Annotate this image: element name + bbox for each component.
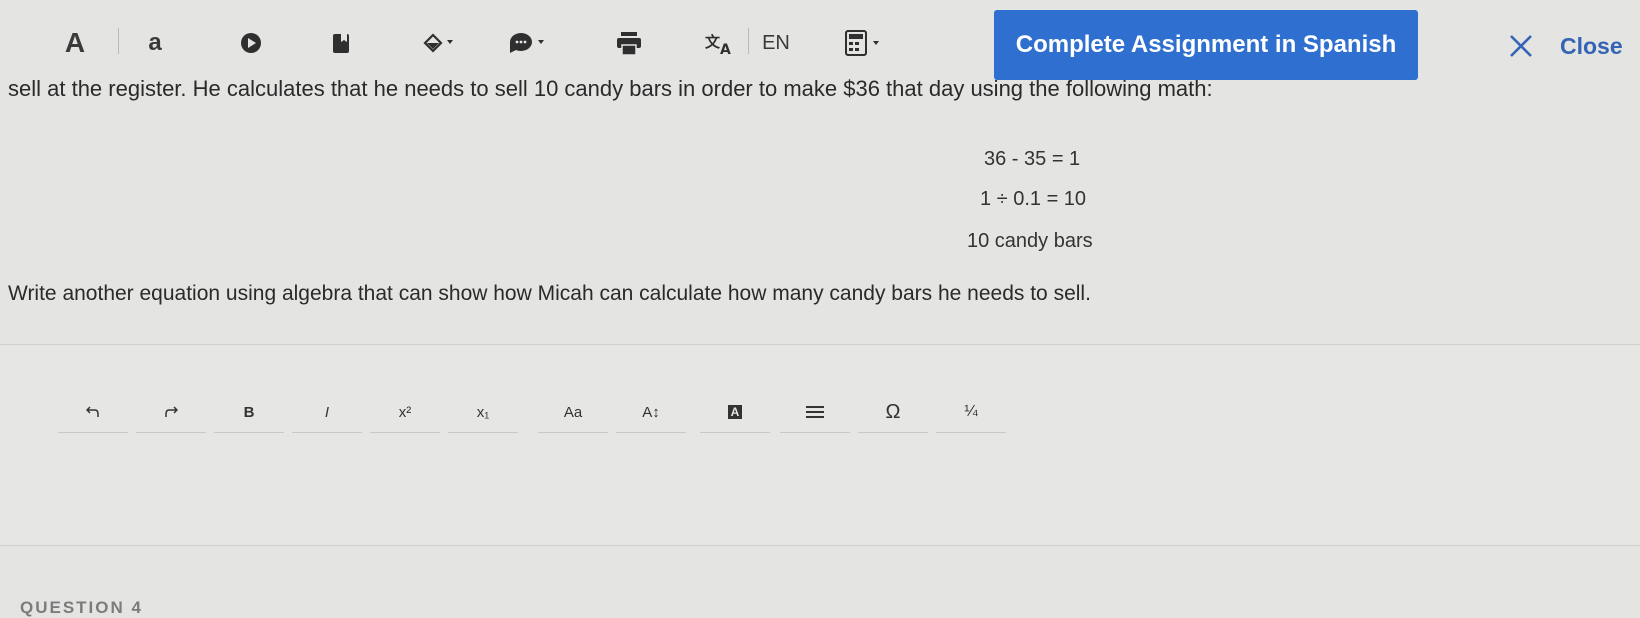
svg-text:文: 文 [705, 33, 721, 51]
decrease-text-size-button[interactable]: a [140, 20, 170, 66]
superscript-button[interactable]: x² [370, 392, 440, 433]
paint-bucket-icon [423, 33, 453, 53]
equation-line: 10 candy bars [967, 230, 1093, 252]
translate-button[interactable]: 文A [702, 20, 738, 66]
special-characters-button[interactable]: Ω [858, 392, 928, 433]
list-button[interactable] [780, 392, 850, 433]
font-case-button[interactable]: Aa [538, 392, 608, 433]
comment-button[interactable] [506, 20, 550, 66]
toolbar-divider [118, 28, 119, 54]
next-question-label: QUESTION 4 [20, 598, 143, 617]
print-button[interactable] [612, 20, 646, 66]
translate-icon: 文A [705, 33, 731, 56]
equation-line: 1 ÷ 0.1 = 10 [980, 188, 1087, 210]
svg-text:A: A [720, 42, 731, 56]
undo-button[interactable] [58, 392, 128, 433]
top-toolbar: A a 文A EN Complete Assignment in Spanish… [0, 0, 1640, 86]
font-size-button[interactable]: A↕ [616, 392, 686, 433]
close-button[interactable]: Close [1508, 26, 1623, 66]
highlighter-button[interactable] [418, 20, 458, 66]
calculator-icon [845, 30, 879, 56]
increase-text-size-button[interactable]: A [60, 20, 90, 66]
redo-icon [165, 406, 178, 417]
book-icon [333, 34, 349, 53]
close-icon [1510, 35, 1532, 57]
undo-icon [86, 406, 99, 417]
text-color-button[interactable]: A [700, 392, 770, 433]
subscript-button[interactable]: x₁ [448, 392, 518, 433]
bookmark-button[interactable] [326, 20, 356, 66]
close-label: Close [1560, 32, 1623, 59]
fraction-button[interactable]: ¼ [936, 392, 1006, 433]
calculator-button[interactable] [842, 20, 886, 66]
equation-line: 36 - 35 = 1 [984, 148, 1081, 170]
italic-button[interactable]: I [292, 392, 362, 433]
play-audio-button[interactable] [236, 20, 266, 66]
complete-in-spanish-button[interactable]: Complete Assignment in Spanish [994, 10, 1418, 80]
speech-bubble-icon [509, 32, 544, 53]
redo-button[interactable] [136, 392, 206, 433]
passage-text: sell at the register. He calculates that… [8, 76, 1213, 101]
play-icon [241, 33, 261, 53]
language-button[interactable]: EN [758, 20, 794, 66]
list-icon [806, 406, 824, 418]
text-color-icon: A [727, 405, 743, 419]
printer-icon [617, 32, 641, 56]
answer-editor[interactable] [0, 344, 1640, 546]
question-prompt: Write another equation using algebra tha… [8, 282, 1091, 305]
bold-button[interactable]: B [214, 392, 284, 433]
toolbar-divider [748, 28, 749, 54]
